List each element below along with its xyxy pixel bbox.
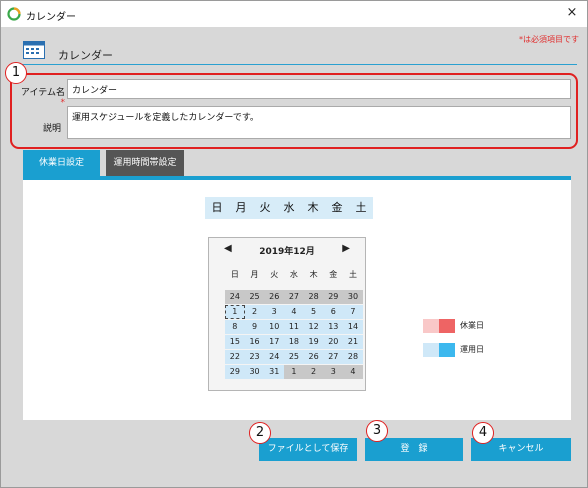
workday-color-swatch [423,343,456,357]
save-as-file-button[interactable]: ファイルとして保存 [259,438,357,461]
weekday-mon[interactable]: 月 [229,197,253,219]
calendar-day-cell[interactable]: 31 [264,365,285,379]
holiday-legend-label: 休業日 [460,321,484,330]
calendar-day-cell[interactable]: 8 [225,320,245,334]
calendar-weekday-header: 日月火水木金土 [225,269,363,280]
month-calendar: ◀ 2019年12月 ▶ 日月火水木金土 24 25 26 27 28 29 30 1 2 3 4 5… [208,237,366,391]
calendar-week-row: 24 25 26 27 28 29 30 [225,290,363,305]
calendar-week-row: 8 9 10 11 12 13 14 [225,320,363,335]
annotation-badge-4: 4 [472,422,494,444]
title-bar: カレンダー × [1,1,587,27]
weekday-fri[interactable]: 金 [325,197,349,219]
calendar-day-cell[interactable]: 29 [225,365,245,379]
calendar-day-cell[interactable]: 11 [284,320,304,334]
tab-holiday-settings[interactable]: 休業日設定 [23,150,100,176]
calendar-day-cell[interactable]: 18 [284,335,304,349]
calendar-header-cell: 日 [230,270,239,279]
calendar-header-cell: 火 [270,270,279,279]
holiday-color-swatch [423,319,456,333]
calendar-header-cell: 金 [329,270,338,279]
calendar-day-cell[interactable]: 19 [303,335,324,349]
workday-legend-label: 運用日 [460,345,484,354]
calendar-day-cell[interactable]: 24 [264,350,285,364]
calendar-day-cell[interactable]: 21 [343,335,363,349]
calendar-day-cell[interactable]: 13 [323,320,344,334]
calendar-day-cell[interactable]: 15 [225,335,245,349]
calendar-week-row: 15 16 17 18 19 20 21 [225,335,363,350]
description-label: 説明 [42,124,61,134]
annotation-badge-2: 2 [249,422,271,444]
calendar-header-cell: 月 [250,270,259,279]
calendar-day-cell[interactable]: 27 [284,290,304,304]
calendar-day-cell[interactable]: 29 [323,290,344,304]
calendar-day-cell[interactable]: 2 [244,305,265,319]
calendar-day-cell[interactable]: 1 [284,365,304,379]
calendar-day-cell[interactable]: 9 [244,320,265,334]
calendar-day-cell[interactable]: 28 [343,350,363,364]
calendar-day-cell[interactable]: 5 [303,305,324,319]
calendar-week-row: 29 30 31 1 2 3 4 [225,365,363,380]
calendar-day-grid: 24 25 26 27 28 29 30 1 2 3 4 5 6 7 8 9 10 11 12 13 14 15 16 17 1… [225,290,363,380]
weekday-wed[interactable]: 水 [277,197,301,219]
calendar-day-cell[interactable]: 4 [343,365,363,379]
item-name-field[interactable]: カレンダー [67,79,571,99]
annotation-badge-3: 3 [366,420,388,442]
calendar-day-cell[interactable]: 16 [244,335,265,349]
header-divider [11,64,577,65]
calendar-day-cell[interactable]: 6 [323,305,344,319]
calendar-day-cell[interactable]: 26 [303,350,324,364]
calendar-day-cell[interactable]: 3 [264,305,285,319]
calendar-day-cell[interactable]: 4 [284,305,304,319]
calendar-day-cell[interactable]: 12 [303,320,324,334]
calendar-day-cell[interactable]: 1 [225,305,245,319]
description-field[interactable]: 運用スケジュールを定義したカレンダーです。 [67,106,571,139]
calendar-day-cell[interactable]: 10 [264,320,285,334]
calendar-header-cell: 水 [289,270,298,279]
item-name-label: アイテム名* [20,88,65,108]
calendar-grid-icon [23,41,45,59]
calendar-week-row: 22 23 24 25 26 27 28 [225,350,363,365]
calendar-day-cell[interactable]: 26 [264,290,285,304]
calendar-day-cell[interactable]: 27 [323,350,344,364]
calendar-day-cell[interactable]: 22 [225,350,245,364]
calendar-header-cell: 木 [309,270,318,279]
weekday-thu[interactable]: 木 [301,197,325,219]
app-calendar-icon [7,7,21,21]
weekday-selector: 日月火水木金土 [205,197,373,219]
calendar-day-cell[interactable]: 30 [244,365,265,379]
weekday-tue[interactable]: 火 [253,197,277,219]
calendar-day-cell[interactable]: 14 [343,320,363,334]
required-note: *は必須項目です [519,35,579,44]
calendar-day-cell[interactable]: 28 [303,290,324,304]
page-title: カレンダー [58,49,113,62]
close-button[interactable]: × [561,3,583,23]
weekday-sun[interactable]: 日 [205,197,229,219]
calendar-week-row: 1234567 [225,305,363,320]
calendar-day-cell[interactable]: 30 [343,290,363,304]
calendar-day-cell[interactable]: 17 [264,335,285,349]
annotation-badge-1: 1 [5,62,27,84]
calendar-day-cell[interactable]: 24 [225,290,245,304]
weekday-sat[interactable]: 土 [349,197,373,219]
next-month-icon[interactable]: ▶ [342,243,350,254]
calendar-header-cell: 土 [348,270,357,279]
calendar-day-cell[interactable]: 2 [303,365,324,379]
window-title: カレンダー [26,12,76,23]
calendar-day-cell[interactable]: 23 [244,350,265,364]
calendar-day-cell[interactable]: 7 [343,305,363,319]
calendar-dialog: カレンダー × カレンダー *は必須項目です 1 アイテム名* カレンダー 説明… [0,0,588,488]
calendar-day-cell[interactable]: 25 [284,350,304,364]
calendar-day-cell[interactable]: 3 [323,365,344,379]
tab-operating-hours[interactable]: 運用時間帯設定 [106,150,184,176]
calendar-day-cell[interactable]: 25 [244,290,265,304]
calendar-day-cell[interactable]: 20 [323,335,344,349]
